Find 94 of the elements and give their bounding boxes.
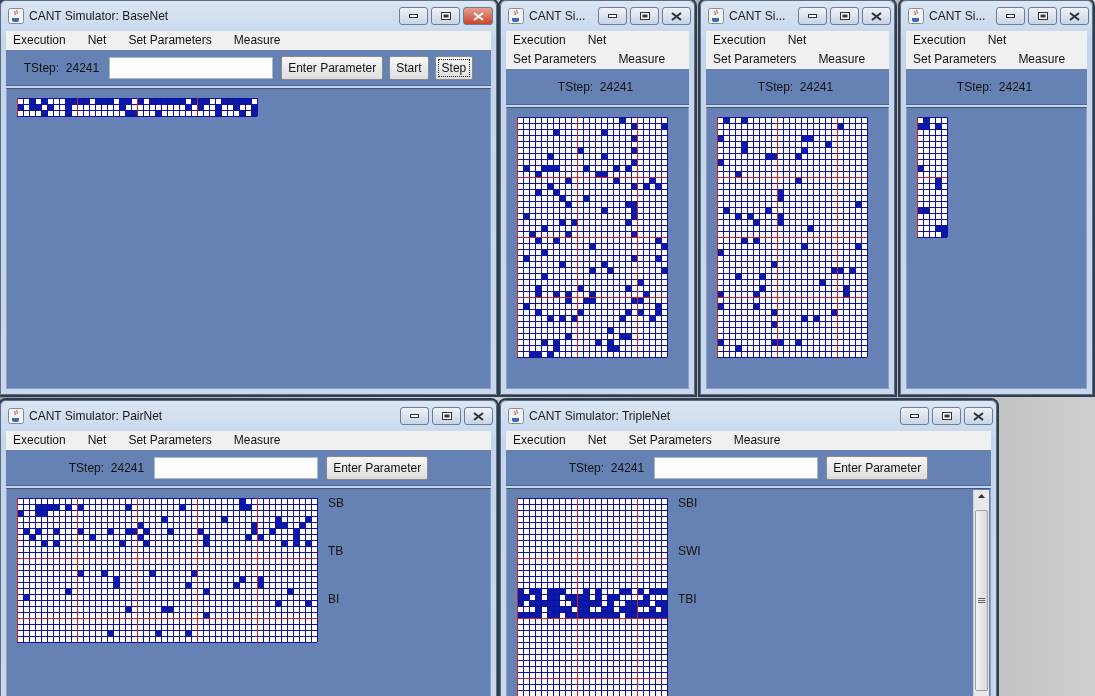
menu-item[interactable]: Net	[981, 31, 1013, 50]
maximize-button[interactable]	[830, 7, 859, 25]
menu-item[interactable]: Measure	[227, 431, 287, 450]
layer-label: TB	[328, 544, 344, 558]
input-field[interactable]	[154, 456, 319, 479]
minimize-button[interactable]	[598, 7, 627, 25]
close-button[interactable]	[662, 7, 691, 25]
menu-item[interactable]: Execution	[507, 31, 572, 50]
window-title: CANT Si...	[729, 9, 787, 23]
close-icon	[1069, 11, 1080, 21]
maximize-icon	[941, 412, 952, 420]
window-title: CANT Simulator: BaseNet	[29, 9, 170, 23]
toolbar-button[interactable]: Enter Parameter	[826, 455, 929, 480]
toolbar-button[interactable]: Start	[389, 55, 429, 80]
up-arrow-icon[interactable]	[978, 494, 985, 498]
menu-item[interactable]: Net	[81, 31, 113, 50]
toolbar-button[interactable]: Enter Parameter	[281, 55, 384, 80]
tstep-label: TStep: 24241	[956, 79, 1033, 94]
cup-icon	[908, 8, 924, 24]
window-title: CANT Simulator: TripleNet	[529, 409, 672, 423]
menu-item[interactable]: Measure	[612, 50, 672, 69]
menu-item[interactable]: Net	[581, 431, 613, 450]
toolbar-button[interactable]: Enter Parameter	[326, 455, 429, 480]
window-title: CANT Simulator: PairNet	[29, 409, 164, 423]
minimize-icon	[608, 14, 617, 18]
toolbar-button[interactable]: Step	[434, 55, 474, 80]
cup-icon	[508, 408, 524, 424]
minimize-button[interactable]	[400, 407, 429, 425]
layer-label: BI	[328, 592, 341, 606]
grip-icon	[978, 597, 985, 604]
input-field[interactable]	[654, 456, 819, 479]
tstep-label: TStep: 24241	[23, 60, 100, 75]
close-button[interactable]	[464, 407, 493, 425]
menu-item[interactable]: Measure	[1012, 50, 1072, 69]
menu-item[interactable]: Net	[581, 31, 613, 50]
minimize-icon	[409, 14, 418, 18]
menu-item[interactable]: Set Parameters	[907, 50, 1003, 69]
minimize-icon	[410, 414, 419, 418]
maximize-button[interactable]	[932, 407, 961, 425]
maximize-button[interactable]	[432, 407, 461, 425]
cup-icon	[8, 8, 24, 24]
minimize-button[interactable]	[996, 7, 1025, 25]
menu-item[interactable]: Net	[81, 431, 113, 450]
tstep-label: TStep: 24241	[68, 460, 145, 475]
tstep-label: TStep: 24241	[757, 79, 834, 94]
menu-item[interactable]: Set Parameters	[122, 431, 218, 450]
maximize-icon	[839, 12, 850, 20]
window-title: CANT Si...	[929, 9, 987, 23]
layer-label: SWI	[678, 544, 701, 558]
menu-item[interactable]: Set Parameters	[507, 50, 603, 69]
menu-item[interactable]: Execution	[907, 31, 972, 50]
close-button[interactable]	[862, 7, 891, 25]
menu-item[interactable]: Execution	[507, 431, 572, 450]
maximize-button[interactable]	[1028, 7, 1057, 25]
close-icon	[671, 11, 682, 21]
menu-item[interactable]: Set Parameters	[622, 431, 718, 450]
close-icon	[973, 411, 984, 421]
minimize-button[interactable]	[798, 7, 827, 25]
maximize-icon	[1037, 12, 1048, 20]
window-title: CANT Si...	[529, 9, 587, 23]
menu-item[interactable]: Measure	[812, 50, 872, 69]
minimize-button[interactable]	[399, 7, 428, 25]
close-icon	[473, 411, 484, 421]
minimize-button[interactable]	[900, 407, 929, 425]
minimize-icon	[808, 14, 817, 18]
menu-item[interactable]: Set Parameters	[707, 50, 803, 69]
menu-item[interactable]: Net	[781, 31, 813, 50]
input-field[interactable]	[109, 56, 274, 79]
cup-icon	[508, 8, 524, 24]
maximize-icon	[639, 12, 650, 20]
maximize-button[interactable]	[630, 7, 659, 25]
menu-item[interactable]: Measure	[727, 431, 787, 450]
menu-item[interactable]: Execution	[7, 431, 72, 450]
layer-label: SB	[328, 496, 344, 510]
close-button[interactable]	[1060, 7, 1089, 25]
menu-item[interactable]: Measure	[227, 31, 287, 50]
menu-item[interactable]: Execution	[707, 31, 772, 50]
close-icon	[472, 11, 484, 21]
maximize-icon	[441, 412, 452, 420]
cup-icon	[708, 8, 724, 24]
minimize-icon	[1006, 14, 1015, 18]
layer-label: TBI	[678, 592, 698, 606]
menu-item[interactable]: Set Parameters	[122, 31, 218, 50]
tstep-label: TStep: 24241	[568, 460, 645, 475]
maximize-button[interactable]	[431, 7, 460, 25]
close-icon	[871, 11, 882, 21]
cup-icon	[8, 408, 24, 424]
maximize-icon	[440, 12, 451, 20]
tstep-label: TStep: 24241	[557, 79, 634, 94]
layer-label: SBI	[678, 496, 699, 510]
close-button[interactable]	[964, 407, 993, 425]
minimize-icon	[910, 414, 919, 418]
menu-item[interactable]: Execution	[7, 31, 72, 50]
vertical-scrollbar[interactable]	[973, 490, 989, 696]
